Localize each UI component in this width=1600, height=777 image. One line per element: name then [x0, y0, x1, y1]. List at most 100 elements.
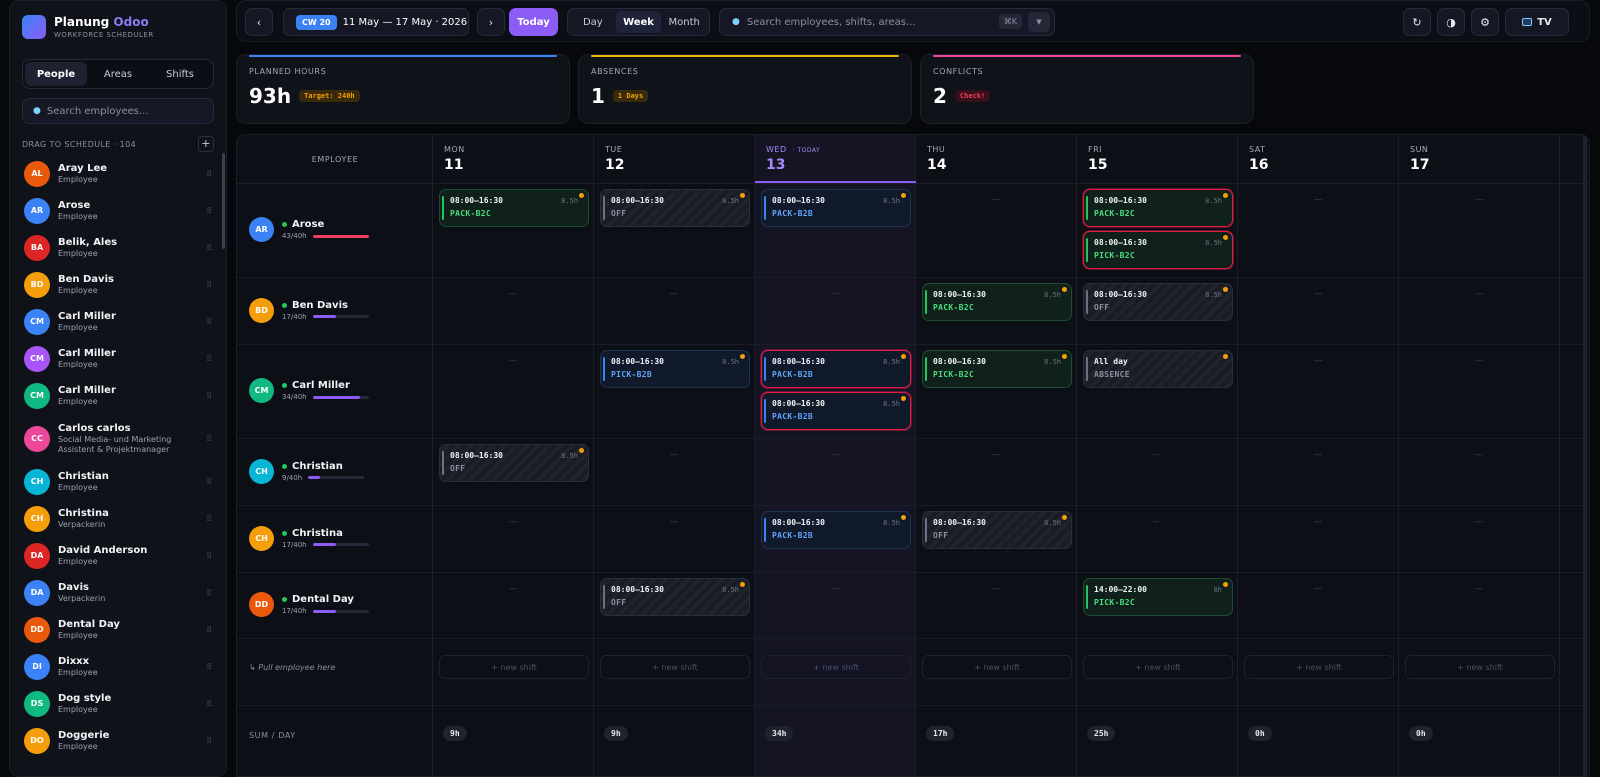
shift-block[interactable]: 08:00–16:30 8.5h OFF — [922, 511, 1072, 549]
sidebar-scrollbar[interactable] — [222, 153, 225, 249]
global-search-input[interactable]: ● Search employees, shifts, areas... ⌘K … — [719, 8, 1055, 36]
empty-cell[interactable]: — — [1314, 450, 1323, 460]
pull-employee-dropzone[interactable]: ↳ Pull employee here — [249, 663, 335, 672]
sidebar-employee[interactable]: CM Carl Miller Employee ⠿ — [10, 340, 216, 377]
day-header-sat[interactable]: SAT 16 — [1238, 135, 1399, 183]
view-week[interactable]: Week — [615, 11, 662, 33]
view-day[interactable]: Day — [570, 11, 616, 33]
empty-cell[interactable]: — — [1475, 195, 1484, 205]
empty-cell[interactable]: — — [1153, 450, 1162, 460]
drag-handle-icon[interactable]: ⠿ — [206, 625, 212, 634]
sidebar-employee[interactable]: BA Belik, Ales Employee ⠿ — [10, 229, 216, 266]
shift-block[interactable]: 08:00–16:30 8.5h OFF — [1083, 283, 1233, 321]
tab-people[interactable]: People — [25, 62, 87, 86]
empty-cell[interactable]: — — [1153, 517, 1162, 527]
sidebar-employee[interactable]: CH Christina Verpackerin ⠿ — [10, 500, 216, 537]
grid-employee[interactable]: CH Christina 17/40h — [249, 525, 369, 551]
empty-cell[interactable]: — — [1314, 356, 1323, 366]
shift-block[interactable]: 08:00–16:30 8.5h PACK-B2B — [761, 189, 911, 227]
drag-handle-icon[interactable]: ⠿ — [206, 206, 212, 215]
drag-handle-icon[interactable]: ⠿ — [206, 243, 212, 252]
chevron-down-icon[interactable]: ▼ — [1028, 12, 1050, 32]
empty-cell[interactable]: — — [670, 517, 679, 527]
add-employee-button[interactable]: + — [198, 136, 214, 152]
drag-handle-icon[interactable]: ⠿ — [206, 551, 212, 560]
drag-handle-icon[interactable]: ⠿ — [206, 169, 212, 178]
empty-cell[interactable]: — — [1475, 584, 1484, 594]
drag-handle-icon[interactable]: ⠿ — [206, 354, 212, 363]
shift-block[interactable]: 08:00–16:30 8.5h PACK-B2B — [761, 511, 911, 549]
shift-block[interactable]: 08:00–16:30 8.5h OFF — [600, 189, 750, 227]
grid-employee[interactable]: CH Christian 9/40h — [249, 458, 365, 484]
empty-cell[interactable]: — — [992, 450, 1001, 460]
prev-week-button[interactable]: ‹ — [245, 8, 273, 36]
new-shift-button[interactable]: + new shift — [761, 655, 911, 679]
sidebar-employee[interactable]: DI Dixxx Employee ⠿ — [10, 648, 216, 685]
drag-handle-icon[interactable]: ⠿ — [206, 662, 212, 671]
empty-cell[interactable]: — — [992, 195, 1001, 205]
new-shift-button[interactable]: + new shift — [1083, 655, 1233, 679]
empty-cell[interactable]: — — [509, 584, 518, 594]
empty-cell[interactable]: — — [831, 289, 840, 299]
new-shift-button[interactable]: + new shift — [1244, 655, 1394, 679]
drag-handle-icon[interactable]: ⠿ — [206, 736, 212, 745]
new-shift-button[interactable]: + new shift — [1405, 655, 1555, 679]
shift-block[interactable]: 08:00–16:30 8.5h OFF — [600, 578, 750, 616]
grid-employee[interactable]: AR Arose 43/40h — [249, 217, 369, 242]
sidebar-employee[interactable]: BD Ben Davis Employee ⠿ — [10, 266, 216, 303]
drag-handle-icon[interactable]: ⠿ — [206, 280, 212, 289]
day-header-thu[interactable]: THU 14 — [916, 135, 1077, 183]
sidebar-employee[interactable]: DA Davis Verpackerin ⠿ — [10, 574, 216, 611]
empty-cell[interactable]: — — [1475, 289, 1484, 299]
shift-block[interactable]: 08:00–16:30 8.5h OFF — [439, 444, 589, 482]
sidebar-employee[interactable]: DD Dental Day Employee ⠿ — [10, 611, 216, 648]
tab-areas[interactable]: Areas — [87, 62, 149, 86]
day-header-sun[interactable]: SUN 17 — [1399, 135, 1560, 183]
drag-handle-icon[interactable]: ⠿ — [206, 391, 212, 400]
sidebar-employee[interactable]: DA David Anderson Employee ⠿ — [10, 537, 216, 574]
next-week-button[interactable]: › — [477, 8, 505, 36]
grid-employee[interactable]: BD Ben Davis 17/40h — [249, 297, 369, 323]
sidebar-employee[interactable]: DS Dog style Employee ⠿ — [10, 685, 216, 722]
empty-cell[interactable]: — — [670, 450, 679, 460]
empty-cell[interactable]: — — [1475, 517, 1484, 527]
empty-cell[interactable]: — — [1475, 356, 1484, 366]
drag-handle-icon[interactable]: ⠿ — [206, 434, 212, 443]
empty-cell[interactable]: — — [1314, 517, 1323, 527]
drag-handle-icon[interactable]: ⠿ — [206, 317, 212, 326]
sidebar-employee[interactable]: CC Carlos carlos Social Media- und Marketi… — [10, 414, 216, 463]
tab-shifts[interactable]: Shifts — [149, 62, 211, 86]
empty-cell[interactable]: — — [1475, 450, 1484, 460]
theme-toggle-button[interactable]: ◑ — [1437, 8, 1465, 36]
sidebar-employee[interactable]: AR Arose Employee ⠿ — [10, 192, 216, 229]
day-header-mon[interactable]: MON 11 — [433, 135, 594, 183]
employee-search-input[interactable]: ● Search employees... — [22, 98, 214, 124]
new-shift-button[interactable]: + new shift — [600, 655, 750, 679]
drag-handle-icon[interactable]: ⠿ — [206, 699, 212, 708]
drag-handle-icon[interactable]: ⠿ — [206, 514, 212, 523]
shift-block[interactable]: 08:00–16:30 8.5h PICK-B2C — [1083, 231, 1233, 269]
sidebar-employee[interactable]: CM Carl Miller Employee ⠿ — [10, 303, 216, 340]
grid-employee[interactable]: DD Dental Day 17/40h — [249, 592, 369, 617]
drag-handle-icon[interactable]: ⠿ — [206, 588, 212, 597]
empty-cell[interactable]: — — [1314, 289, 1323, 299]
shift-block[interactable]: 08:00–16:30 8.5h PACK-B2B — [761, 350, 911, 388]
empty-cell[interactable]: — — [1314, 584, 1323, 594]
grid-employee[interactable]: CM Carl Miller 34/40h — [249, 378, 369, 403]
settings-button[interactable]: ⚙ — [1471, 8, 1499, 36]
shift-block[interactable]: 08:00–16:30 8.5h PACK-B2B — [761, 392, 911, 430]
tv-mode-button[interactable]: TV — [1505, 8, 1569, 36]
shift-block[interactable]: All day ABSENCE — [1083, 350, 1233, 388]
refresh-button[interactable]: ↻ — [1403, 8, 1431, 36]
view-month[interactable]: Month — [661, 11, 707, 33]
empty-cell[interactable]: — — [992, 584, 1001, 594]
empty-cell[interactable]: — — [831, 450, 840, 460]
shift-block[interactable]: 08:00–16:30 8.5h PICK-B2B — [600, 350, 750, 388]
empty-cell[interactable]: — — [509, 517, 518, 527]
shift-block[interactable]: 08:00–16:30 8.5h PACK-B2C — [439, 189, 589, 227]
grid-scrollbar[interactable] — [1583, 135, 1587, 776]
sidebar-employee[interactable]: DO Doggerie Employee ⠿ — [10, 722, 216, 759]
date-range[interactable]: CW 20 11 May — 17 May · 2026 — [283, 8, 469, 36]
sidebar-employee[interactable]: CM Carl Miller Employee ⠿ — [10, 377, 216, 414]
new-shift-button[interactable]: + new shift — [922, 655, 1072, 679]
